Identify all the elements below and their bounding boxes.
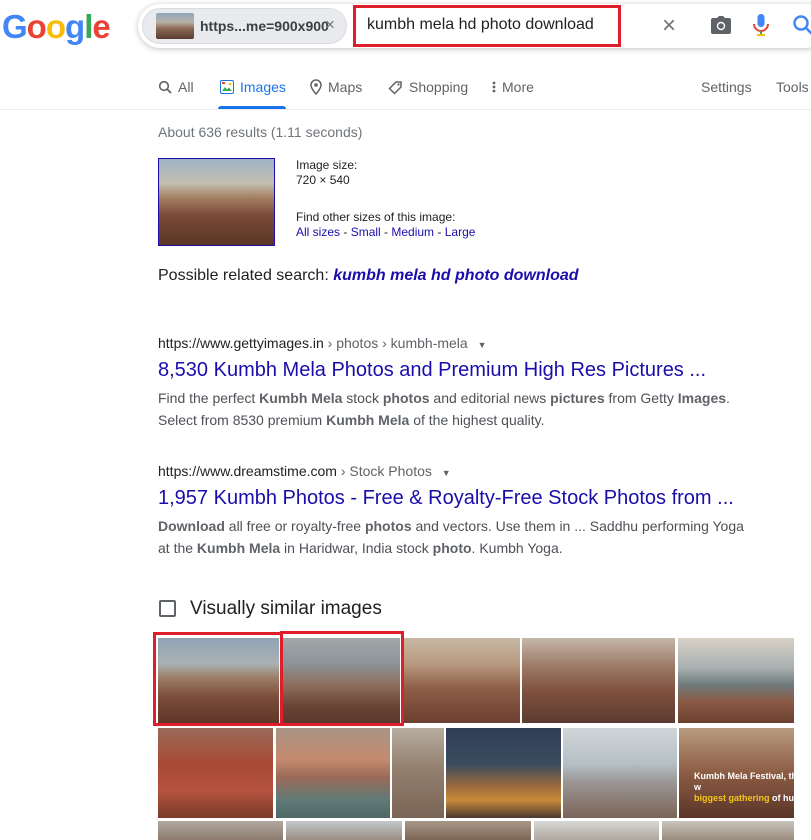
similar-image[interactable] [158, 821, 283, 840]
result-title[interactable]: 8,530 Kumbh Mela Photos and Premium High… [158, 359, 706, 382]
cite-path: › Stock Photos [336, 463, 432, 479]
settings-link[interactable]: Settings [701, 79, 752, 95]
result-cite: https://www.dreamstime.com › Stock Photo… [158, 463, 451, 479]
find-sizes-label: Find other sizes of this image: [296, 210, 456, 224]
highlight-box [280, 631, 404, 726]
result-title[interactable]: 1,957 Kumbh Photos - Free & Royalty-Free… [158, 487, 734, 510]
snippet-line: at the Kumbh Mela in Haridwar, India sto… [158, 540, 563, 556]
mic-icon[interactable] [752, 13, 770, 42]
tab-label: Shopping [409, 79, 469, 95]
tab-all[interactable]: All [158, 79, 194, 95]
chip-thumbnail [156, 13, 194, 39]
similar-image[interactable] [286, 821, 402, 840]
size-links: All sizes - Small - Medium - Large [296, 225, 475, 239]
logo-letter: G [2, 8, 28, 45]
logo-letter: l [84, 8, 93, 45]
tab-shopping[interactable]: Shopping [388, 79, 468, 95]
logo-letter: e [92, 8, 110, 45]
image-overlay-caption: Kumbh Mela Festival, the w biggest gathe… [694, 771, 803, 803]
search-icon[interactable] [792, 14, 811, 41]
result-snippet: Find the perfect Kumbh Mela stock photos… [158, 387, 758, 431]
chevron-down-icon[interactable]: ▼ [478, 340, 487, 350]
tab-images[interactable]: Images [220, 79, 286, 95]
cite-path: › photos › kumbh-mela [323, 335, 468, 351]
clear-icon[interactable]: × [662, 12, 676, 40]
tab-label: Maps [328, 79, 363, 95]
result-snippet: Download all free or royalty-free photos… [158, 515, 758, 559]
highlight-box [153, 632, 283, 726]
result-stats: About 636 results (1.11 seconds) [158, 124, 363, 140]
size-link-separator: - [434, 225, 445, 239]
similar-image[interactable] [534, 821, 659, 840]
tools-link[interactable]: Tools [776, 79, 809, 95]
images-icon [220, 80, 234, 94]
medium-size-link[interactable]: Medium [391, 225, 434, 239]
camera-icon[interactable] [710, 15, 732, 40]
logo-letter: g [65, 8, 85, 45]
image-size-label: Image size: [296, 158, 358, 172]
image-size-value: 720 × 540 [296, 173, 350, 187]
image-icon [159, 600, 176, 617]
similar-image[interactable] [158, 728, 273, 818]
size-link-separator: - [340, 225, 351, 239]
tag-icon [388, 80, 402, 95]
similar-image[interactable] [446, 728, 561, 818]
tab-label: All [178, 79, 194, 95]
tabs-divider [0, 109, 811, 110]
map-pin-icon [310, 79, 322, 95]
chip-close-icon[interactable]: × [325, 15, 335, 35]
visually-similar-title: Visually similar images [190, 598, 382, 619]
snippet-line: Find the perfect Kumbh Mela stock photos… [158, 390, 730, 406]
tab-label: Images [240, 79, 286, 95]
small-size-link[interactable]: Small [351, 225, 381, 239]
similar-image[interactable] [522, 638, 675, 723]
query-image-thumbnail[interactable] [158, 158, 275, 246]
large-size-link[interactable]: Large [445, 225, 476, 239]
search-input[interactable]: kumbh mela hd photo download [367, 16, 594, 34]
all-sizes-link[interactable]: All sizes [296, 225, 340, 239]
similar-image[interactable] [392, 728, 444, 818]
related-search: Possible related search: kumbh mela hd p… [158, 267, 579, 285]
similar-image[interactable] [276, 728, 390, 818]
chevron-down-icon[interactable]: ▼ [442, 468, 451, 478]
similar-image[interactable] [662, 821, 794, 840]
snippet-line: Select from 8530 premium Kumbh Mela of t… [158, 412, 545, 428]
result-cite: https://www.gettyimages.in › photos › ku… [158, 335, 487, 351]
tab-label: More [502, 79, 534, 95]
related-search-link[interactable]: kumbh mela hd photo download [333, 267, 578, 284]
google-logo[interactable]: Google [2, 8, 111, 46]
similar-image[interactable] [405, 821, 531, 840]
cite-host: https://www.gettyimages.in [158, 335, 324, 351]
similar-image[interactable] [678, 638, 794, 723]
logo-letter: o [26, 8, 47, 45]
size-link-separator: - [380, 225, 392, 239]
logo-letter: o [45, 8, 66, 45]
similar-image[interactable] [563, 728, 677, 818]
snippet-line: Download all free or royalty-free photos… [158, 518, 744, 534]
cite-host: https://www.dreamstime.com [158, 463, 337, 479]
tab-maps[interactable]: Maps [310, 79, 362, 95]
similar-image[interactable] [404, 638, 520, 723]
related-search-label: Possible related search: [158, 267, 329, 284]
chip-text: https...me=900x900 [200, 18, 329, 34]
tab-more[interactable]: More [492, 79, 534, 95]
search-icon [158, 80, 172, 94]
more-vert-icon [492, 81, 496, 93]
